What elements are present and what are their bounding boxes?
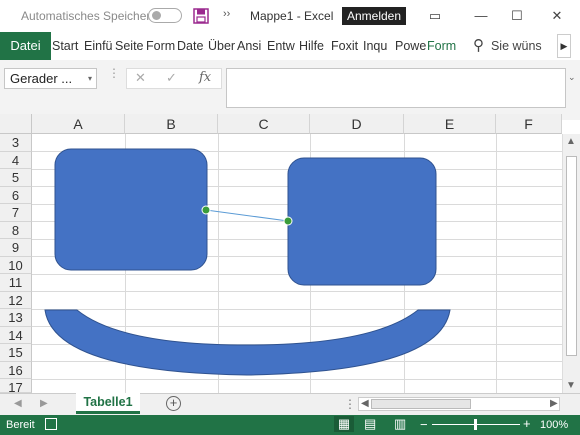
zoom-in-icon[interactable]: + bbox=[523, 416, 531, 431]
zoom-slider-thumb[interactable] bbox=[474, 419, 477, 430]
horizontal-scrollbar[interactable] bbox=[358, 397, 560, 411]
sheet-prev-icon[interactable]: ◀ bbox=[14, 398, 22, 409]
normal-view-icon[interactable]: ▦ bbox=[334, 416, 354, 432]
page-layout-view-icon[interactable]: ▤ bbox=[364, 416, 376, 432]
scroll-down-icon[interactable]: ▼ bbox=[566, 380, 576, 391]
smile-arc-shape[interactable] bbox=[44, 309, 451, 376]
zoom-out-icon[interactable]: − bbox=[420, 417, 428, 432]
scroll-left-icon[interactable]: ◀ bbox=[361, 398, 369, 409]
scroll-right-icon[interactable]: ▶ bbox=[550, 398, 558, 409]
vertical-scroll-thumb[interactable] bbox=[566, 156, 577, 356]
straight-connector[interactable] bbox=[205, 209, 289, 222]
sheet-next-icon[interactable]: ▶ bbox=[40, 398, 48, 409]
shapes-layer bbox=[44, 148, 451, 376]
scroll-up-icon[interactable]: ▲ bbox=[566, 136, 576, 147]
add-sheet-button[interactable]: + bbox=[166, 396, 181, 411]
status-ready: Bereit bbox=[6, 419, 35, 431]
page-break-view-icon[interactable]: ▥ bbox=[394, 416, 406, 432]
connector-end-handle[interactable] bbox=[283, 216, 293, 226]
horizontal-scroll-thumb[interactable] bbox=[371, 399, 471, 409]
connector-start-handle[interactable] bbox=[201, 205, 211, 215]
left-rounded-rectangle[interactable] bbox=[54, 148, 208, 271]
zoom-level[interactable]: 100% bbox=[540, 419, 568, 431]
status-bar bbox=[0, 415, 580, 435]
tab-split-handle-icon[interactable]: ⋮ bbox=[344, 397, 356, 411]
right-rounded-rectangle[interactable] bbox=[287, 157, 437, 286]
macro-record-icon[interactable] bbox=[45, 418, 57, 430]
sheet-tab-tabelle1[interactable]: Tabelle1 bbox=[76, 393, 140, 414]
vertical-scrollbar[interactable] bbox=[562, 134, 580, 394]
